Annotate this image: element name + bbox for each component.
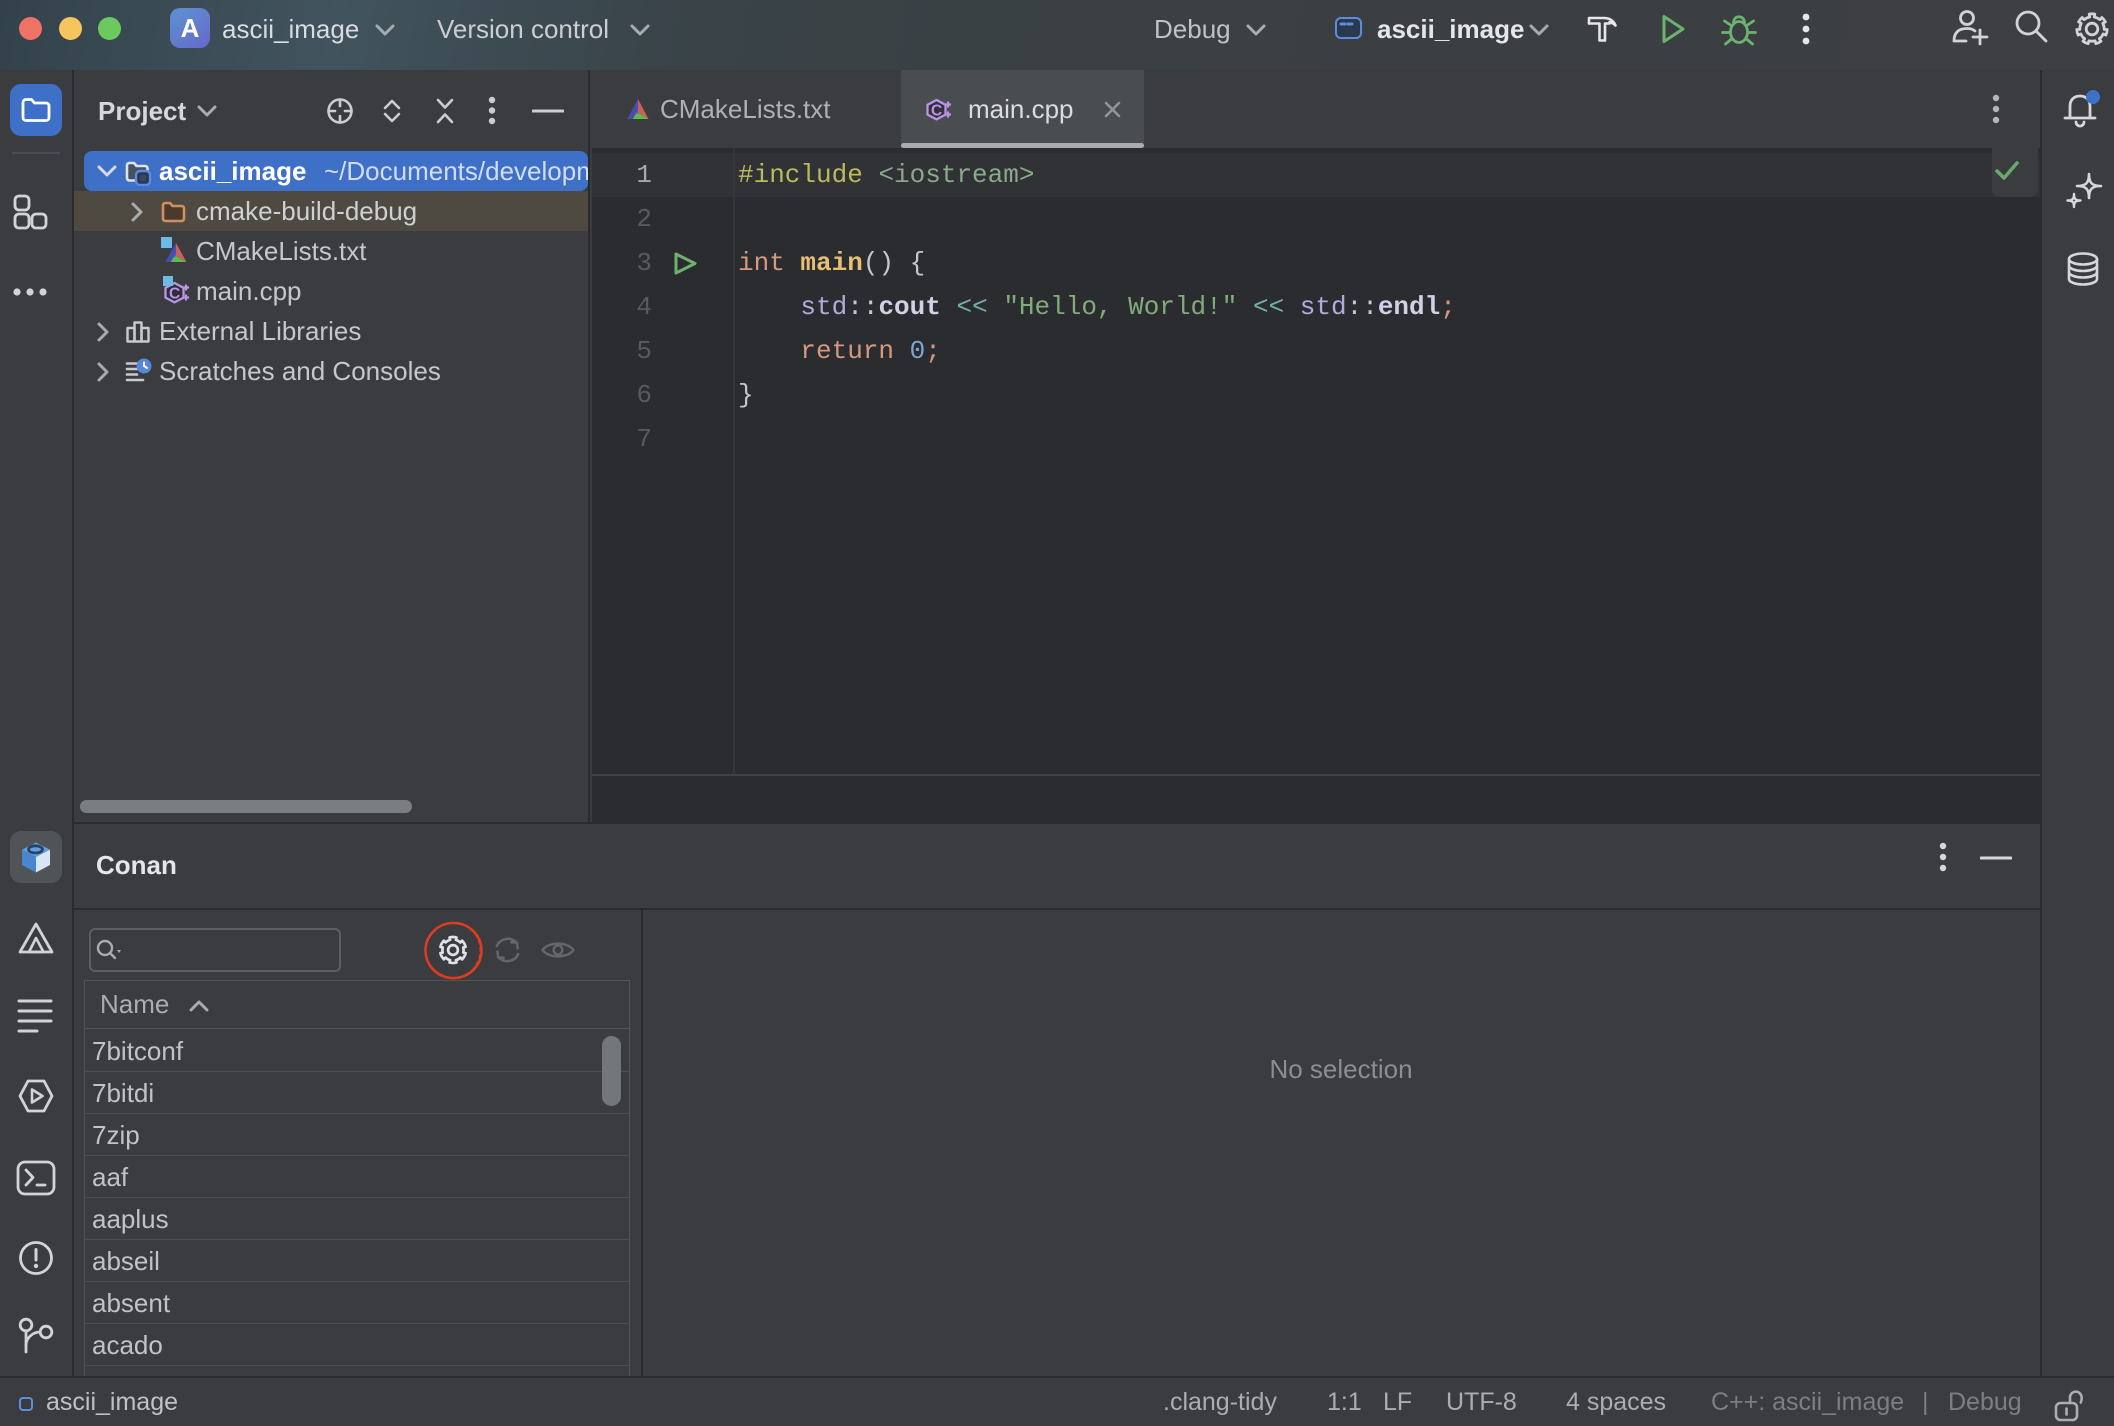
svg-text:C: C	[931, 103, 942, 120]
svg-text:C: C	[169, 286, 180, 303]
